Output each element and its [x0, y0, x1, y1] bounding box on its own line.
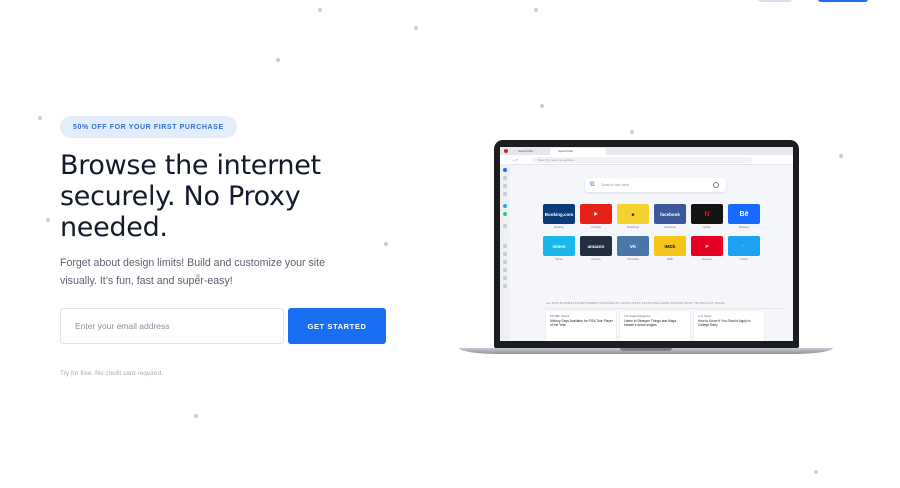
news-title: How to Know If You Should Apply to Colle… — [698, 319, 751, 328]
tile-label: Twitter — [740, 258, 748, 261]
sidebar-icon — [503, 244, 507, 248]
news-title: Listen to Stranger Things star Maya Hawk… — [624, 319, 677, 328]
tile-twitter: 🐦 — [728, 236, 760, 256]
decorative-dot — [384, 242, 388, 246]
promo-badge: 50% OFF FOR YOUR FIRST PURCHASE — [60, 116, 237, 138]
sidebar-icon — [503, 252, 507, 256]
news-card: PS NBC Sports McIlroy Says Available for… — [546, 311, 616, 341]
browser-address-field: Search or enter an address — [532, 156, 752, 163]
sidebar-icon — [503, 276, 507, 280]
tile-label: Vimeo — [555, 258, 563, 261]
sidebar-icon — [503, 224, 507, 228]
sidebar-icon — [503, 176, 507, 180]
tile-pinterest: P — [691, 236, 723, 256]
decorative-dot — [814, 470, 818, 474]
tile-label: Pinterest — [701, 258, 713, 261]
tile-youtube: ▶ — [580, 204, 612, 224]
decorative-dot — [276, 58, 280, 62]
header-button[interactable] — [758, 0, 792, 2]
browser-screenshot: Speed Dial Speed Dial ‹ › ⟳ Search or en… — [500, 147, 793, 341]
tile-label: Amazon — [591, 258, 601, 261]
decorative-dot — [630, 130, 634, 134]
speed-dial-search: G Search the web — [585, 178, 726, 192]
laptop-mockup: Speed Dial Speed Dial ‹ › ⟳ Search or en… — [494, 140, 799, 348]
tile-label: IMDb — [666, 258, 674, 261]
sidebar-icon — [503, 168, 507, 172]
browser-address-bar: ‹ › ⟳ Search or enter an address — [500, 155, 793, 165]
sidebar-icon — [503, 212, 507, 216]
google-logo-icon: G — [590, 182, 595, 188]
browser-tab-strip: Speed Dial Speed Dial — [500, 147, 793, 155]
tile-vk: VK — [617, 236, 649, 256]
sidebar-icon — [503, 204, 507, 208]
news-source: The Faded Magazine — [624, 314, 651, 318]
laptop-notch — [620, 348, 672, 351]
tile-label: Facebook — [664, 226, 676, 229]
tile-mailchimp: ☻ — [617, 204, 649, 224]
sidebar-icon — [503, 268, 507, 272]
decorative-dot — [540, 104, 544, 108]
tile-amazon: amazon — [580, 236, 612, 256]
nav-arrows-icon: ‹ › ⟳ — [512, 158, 519, 162]
decorative-dot — [46, 218, 50, 222]
header-button[interactable] — [818, 0, 868, 2]
tile-facebook: facebook — [654, 204, 686, 224]
get-started-button[interactable]: GET STARTED — [288, 308, 386, 344]
news-card: The Faded Magazine Listen to Stranger Th… — [620, 311, 690, 341]
tile-label: Behance — [738, 226, 750, 229]
tile-imdb: IMDb — [654, 236, 686, 256]
tile-netflix: N — [691, 204, 723, 224]
search-icon — [713, 182, 719, 188]
decorative-dot — [194, 414, 198, 418]
hero-subtext: Forget about design limits! Build and cu… — [60, 257, 325, 287]
decorative-dot — [534, 8, 538, 12]
email-input[interactable] — [60, 308, 284, 344]
tile-label: Netflix — [703, 226, 711, 229]
hero-headline: Browse the internet securely. No Proxy n… — [60, 150, 321, 243]
free-trial-note: Try for free. No credit card required. — [60, 370, 164, 377]
decorative-dot — [414, 26, 418, 30]
speed-dial-search-placeholder: Search the web — [601, 182, 629, 187]
decorative-dot — [318, 8, 322, 12]
divider — [544, 308, 784, 309]
tile-label: YouTube — [590, 226, 602, 229]
decorative-dot — [38, 116, 42, 120]
decorative-dot — [839, 154, 843, 158]
tile-vimeo: vimeo — [543, 236, 575, 256]
sidebar-icon — [503, 260, 507, 264]
browser-tab-active: Speed Dial — [550, 148, 606, 155]
news-category-tabs: ALL ARTS BUSINESS ENTERTAINMENT FOOD HEA… — [546, 302, 726, 305]
news-card: U.S. News How to Know If You Should Appl… — [694, 311, 764, 341]
opera-logo-icon — [504, 149, 508, 153]
browser-sidebar — [500, 164, 510, 341]
browser-tab: Speed Dial — [510, 148, 546, 155]
tile-booking: Booking.com — [543, 204, 575, 224]
tile-behance: Bē — [728, 204, 760, 224]
tile-label: VKontakte — [627, 258, 639, 261]
tile-label: Booking — [554, 226, 564, 229]
tile-label: Mailchimp — [627, 226, 639, 229]
news-source: PS NBC Sports — [550, 314, 570, 318]
news-title: McIlroy Says Available for PGA Tour Play… — [550, 319, 613, 328]
news-source: U.S. News — [698, 314, 712, 318]
sidebar-icon — [503, 284, 507, 288]
sidebar-icon — [503, 184, 507, 188]
sidebar-icon — [503, 192, 507, 196]
